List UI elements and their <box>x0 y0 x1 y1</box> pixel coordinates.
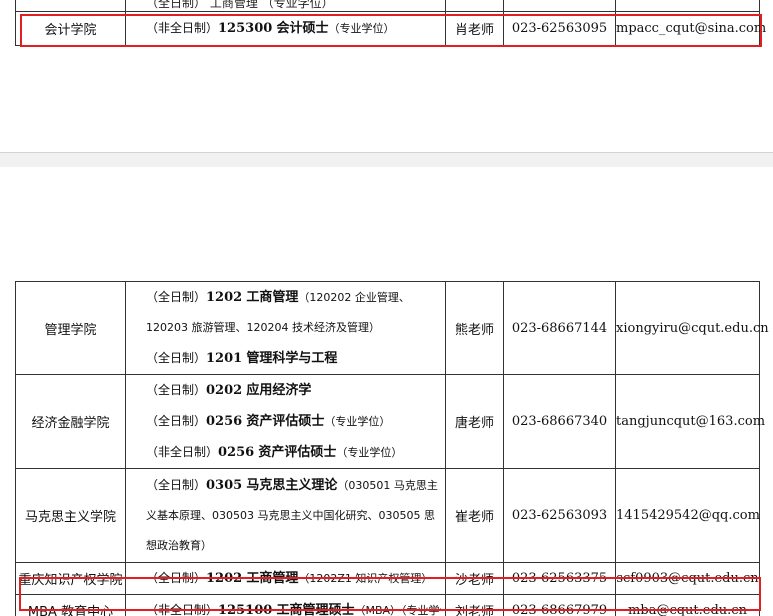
study-mode: （全日制） <box>146 290 207 304</box>
program-note: （1202Z1 知识产权管理） <box>298 572 433 585</box>
program-name: 工商管理 <box>246 571 299 586</box>
program-code: 0202 <box>206 383 243 398</box>
partial-line: （全日制） 工商管理 （专业学位） <box>146 0 334 10</box>
program-code: 1201 <box>206 351 243 366</box>
study-mode: （非全日制） <box>146 445 219 459</box>
major-cell: （非全日制）125300 会计硕士（专业学位） <box>125 11 446 46</box>
table-row-partial: （全日制） 工商管理 （专业学位） <box>15 0 760 12</box>
college-name: 管理学院 <box>15 281 126 375</box>
major-line: （全日制）1201 管理科学与工程 <box>146 343 441 374</box>
college-name: MBA 教育中心 <box>15 594 126 616</box>
page-top: （全日制） 工商管理 （专业学位） 会计学院 （非全日制）125300 会计硕士… <box>0 0 773 152</box>
email-address[interactable]: scf0903@cqut.edu.cn <box>615 562 760 595</box>
program-name: 工商管理硕士 <box>276 603 355 616</box>
major-line: （全日制）0256 资产评估硕士（专业学位） <box>146 406 441 437</box>
study-mode: （全日制） <box>146 571 207 585</box>
teacher-name: 肖老师 <box>445 11 504 46</box>
page-bottom: 管理学院 （全日制）1202 工商管理（120202 企业管理、120203 旅游… <box>0 167 773 616</box>
phone-number: 023-68667979 <box>503 594 616 616</box>
page-separator <box>0 152 773 168</box>
college-name: 经济金融学院 <box>15 374 126 469</box>
major-line: （非全日制）125300 会计硕士（专业学位） <box>146 13 441 44</box>
phone-number: 023-62563375 <box>503 562 616 595</box>
phone-number: 023-62563095 <box>503 11 616 46</box>
program-code: 1202 <box>206 290 243 305</box>
college-name: 马克思主义学院 <box>15 468 126 563</box>
table-row: 经济金融学院 （全日制）0202 应用经济学 （全日制）0256 资产评估硕士（专业… <box>15 374 765 469</box>
teacher-name: 沙老师 <box>445 562 504 595</box>
study-mode: （非全日制） <box>146 21 219 35</box>
major-line: （非全日制）0256 资产评估硕士（专业学位） <box>146 437 441 468</box>
program-name: 管理科学与工程 <box>246 351 338 366</box>
bottom-table-body: 管理学院 （全日制）1202 工商管理（120202 企业管理、120203 旅游… <box>15 281 769 616</box>
program-note: （专业学位） <box>336 446 403 459</box>
program-note: （专业学位） <box>324 415 391 428</box>
teacher-name: 熊老师 <box>445 281 504 375</box>
program-name: 马克思主义理论 <box>246 478 338 493</box>
major-line: （全日制）1202 工商管理（1202Z1 知识产权管理） <box>146 563 441 594</box>
table-row-accounting: 会计学院 （非全日制）125300 会计硕士（专业学位） 肖老师 023-625… <box>15 11 766 46</box>
program-note: （MBA）（专业学位） <box>354 604 441 616</box>
phone-number: 023-68667144 <box>503 281 616 375</box>
program-code: 125100 <box>218 603 273 616</box>
major-line: （全日制）1202 工商管理（120202 企业管理、120203 旅游管理、1… <box>146 282 441 343</box>
study-mode: （全日制） <box>146 414 207 428</box>
study-mode: （全日制） <box>146 351 207 365</box>
major-cell: （非全日制）125100 工商管理硕士（MBA）（专业学位） <box>125 594 446 616</box>
major-cell: （全日制）1202 工商管理（1202Z1 知识产权管理） <box>125 562 446 595</box>
program-code: 0256 <box>206 414 243 429</box>
major-cell: （全日制）1202 工商管理（120202 企业管理、120203 旅游管理、1… <box>125 281 446 375</box>
table-row: MBA 教育中心（非全日制）125100 工商管理硕士（MBA）（专业学位）刘老… <box>15 594 760 616</box>
program-name: 资产评估硕士 <box>246 414 325 429</box>
email-address[interactable]: 1415429542@qq.com <box>615 468 760 563</box>
major-line: （全日制）0202 应用经济学 <box>146 375 441 406</box>
program-code: 1202 <box>206 571 243 586</box>
program-note: （专业学位） <box>328 22 395 35</box>
table-row: 重庆知识产权学院 （全日制）1202 工商管理（1202Z1 知识产权管理） 沙老师… <box>15 562 760 595</box>
table-row: 管理学院 （全日制）1202 工商管理（120202 企业管理、120203 旅游… <box>15 281 769 375</box>
bottom-table: 管理学院 （全日制）1202 工商管理（120202 企业管理、120203 旅游… <box>15 281 769 616</box>
college-name: 重庆知识产权学院 <box>15 562 126 595</box>
program-code: 125300 <box>218 21 273 36</box>
teacher-name: 刘老师 <box>445 594 504 616</box>
study-mode: （全日制） <box>146 478 207 492</box>
top-table: （全日制） 工商管理 （专业学位） 会计学院 （非全日制）125300 会计硕士… <box>15 0 766 46</box>
email-address[interactable]: tangjuncqut@163.com <box>615 374 765 469</box>
program-name: 资产评估硕士 <box>258 445 337 460</box>
major-line: （非全日制）125100 工商管理硕士（MBA）（专业学位） <box>146 595 441 616</box>
table-row: 马克思主义学院 （全日制）0305 马克思主义理论（030501 马克思主义基本原… <box>15 468 760 563</box>
college-name: 会计学院 <box>15 11 126 46</box>
major-cell: （全日制）0202 应用经济学 （全日制）0256 资产评估硕士（专业学位） （非全… <box>125 374 446 469</box>
study-mode: （全日制） <box>146 383 207 397</box>
teacher-name: 唐老师 <box>445 374 504 469</box>
program-name: 应用经济学 <box>246 383 312 398</box>
program-name: 会计硕士 <box>276 21 329 36</box>
phone-number: 023-68667340 <box>503 374 616 469</box>
major-line: （全日制）0305 马克思主义理论（030501 马克思主义基本原理、03050… <box>146 470 441 561</box>
email-address[interactable]: xiongyiru@cqut.edu.cn <box>615 281 769 375</box>
phone-number: 023-62563093 <box>503 468 616 563</box>
email-address[interactable]: mba@cqut.edu.cn <box>615 594 760 616</box>
major-cell: （全日制）0305 马克思主义理论（030501 马克思主义基本原理、03050… <box>125 468 446 563</box>
study-mode: （非全日制） <box>146 603 219 616</box>
email-address[interactable]: mpacc_cqut@sina.com <box>615 11 766 46</box>
program-code: 0305 <box>206 478 243 493</box>
program-code: 0256 <box>218 445 255 460</box>
program-name: 工商管理 <box>246 290 299 305</box>
teacher-name: 崔老师 <box>445 468 504 563</box>
